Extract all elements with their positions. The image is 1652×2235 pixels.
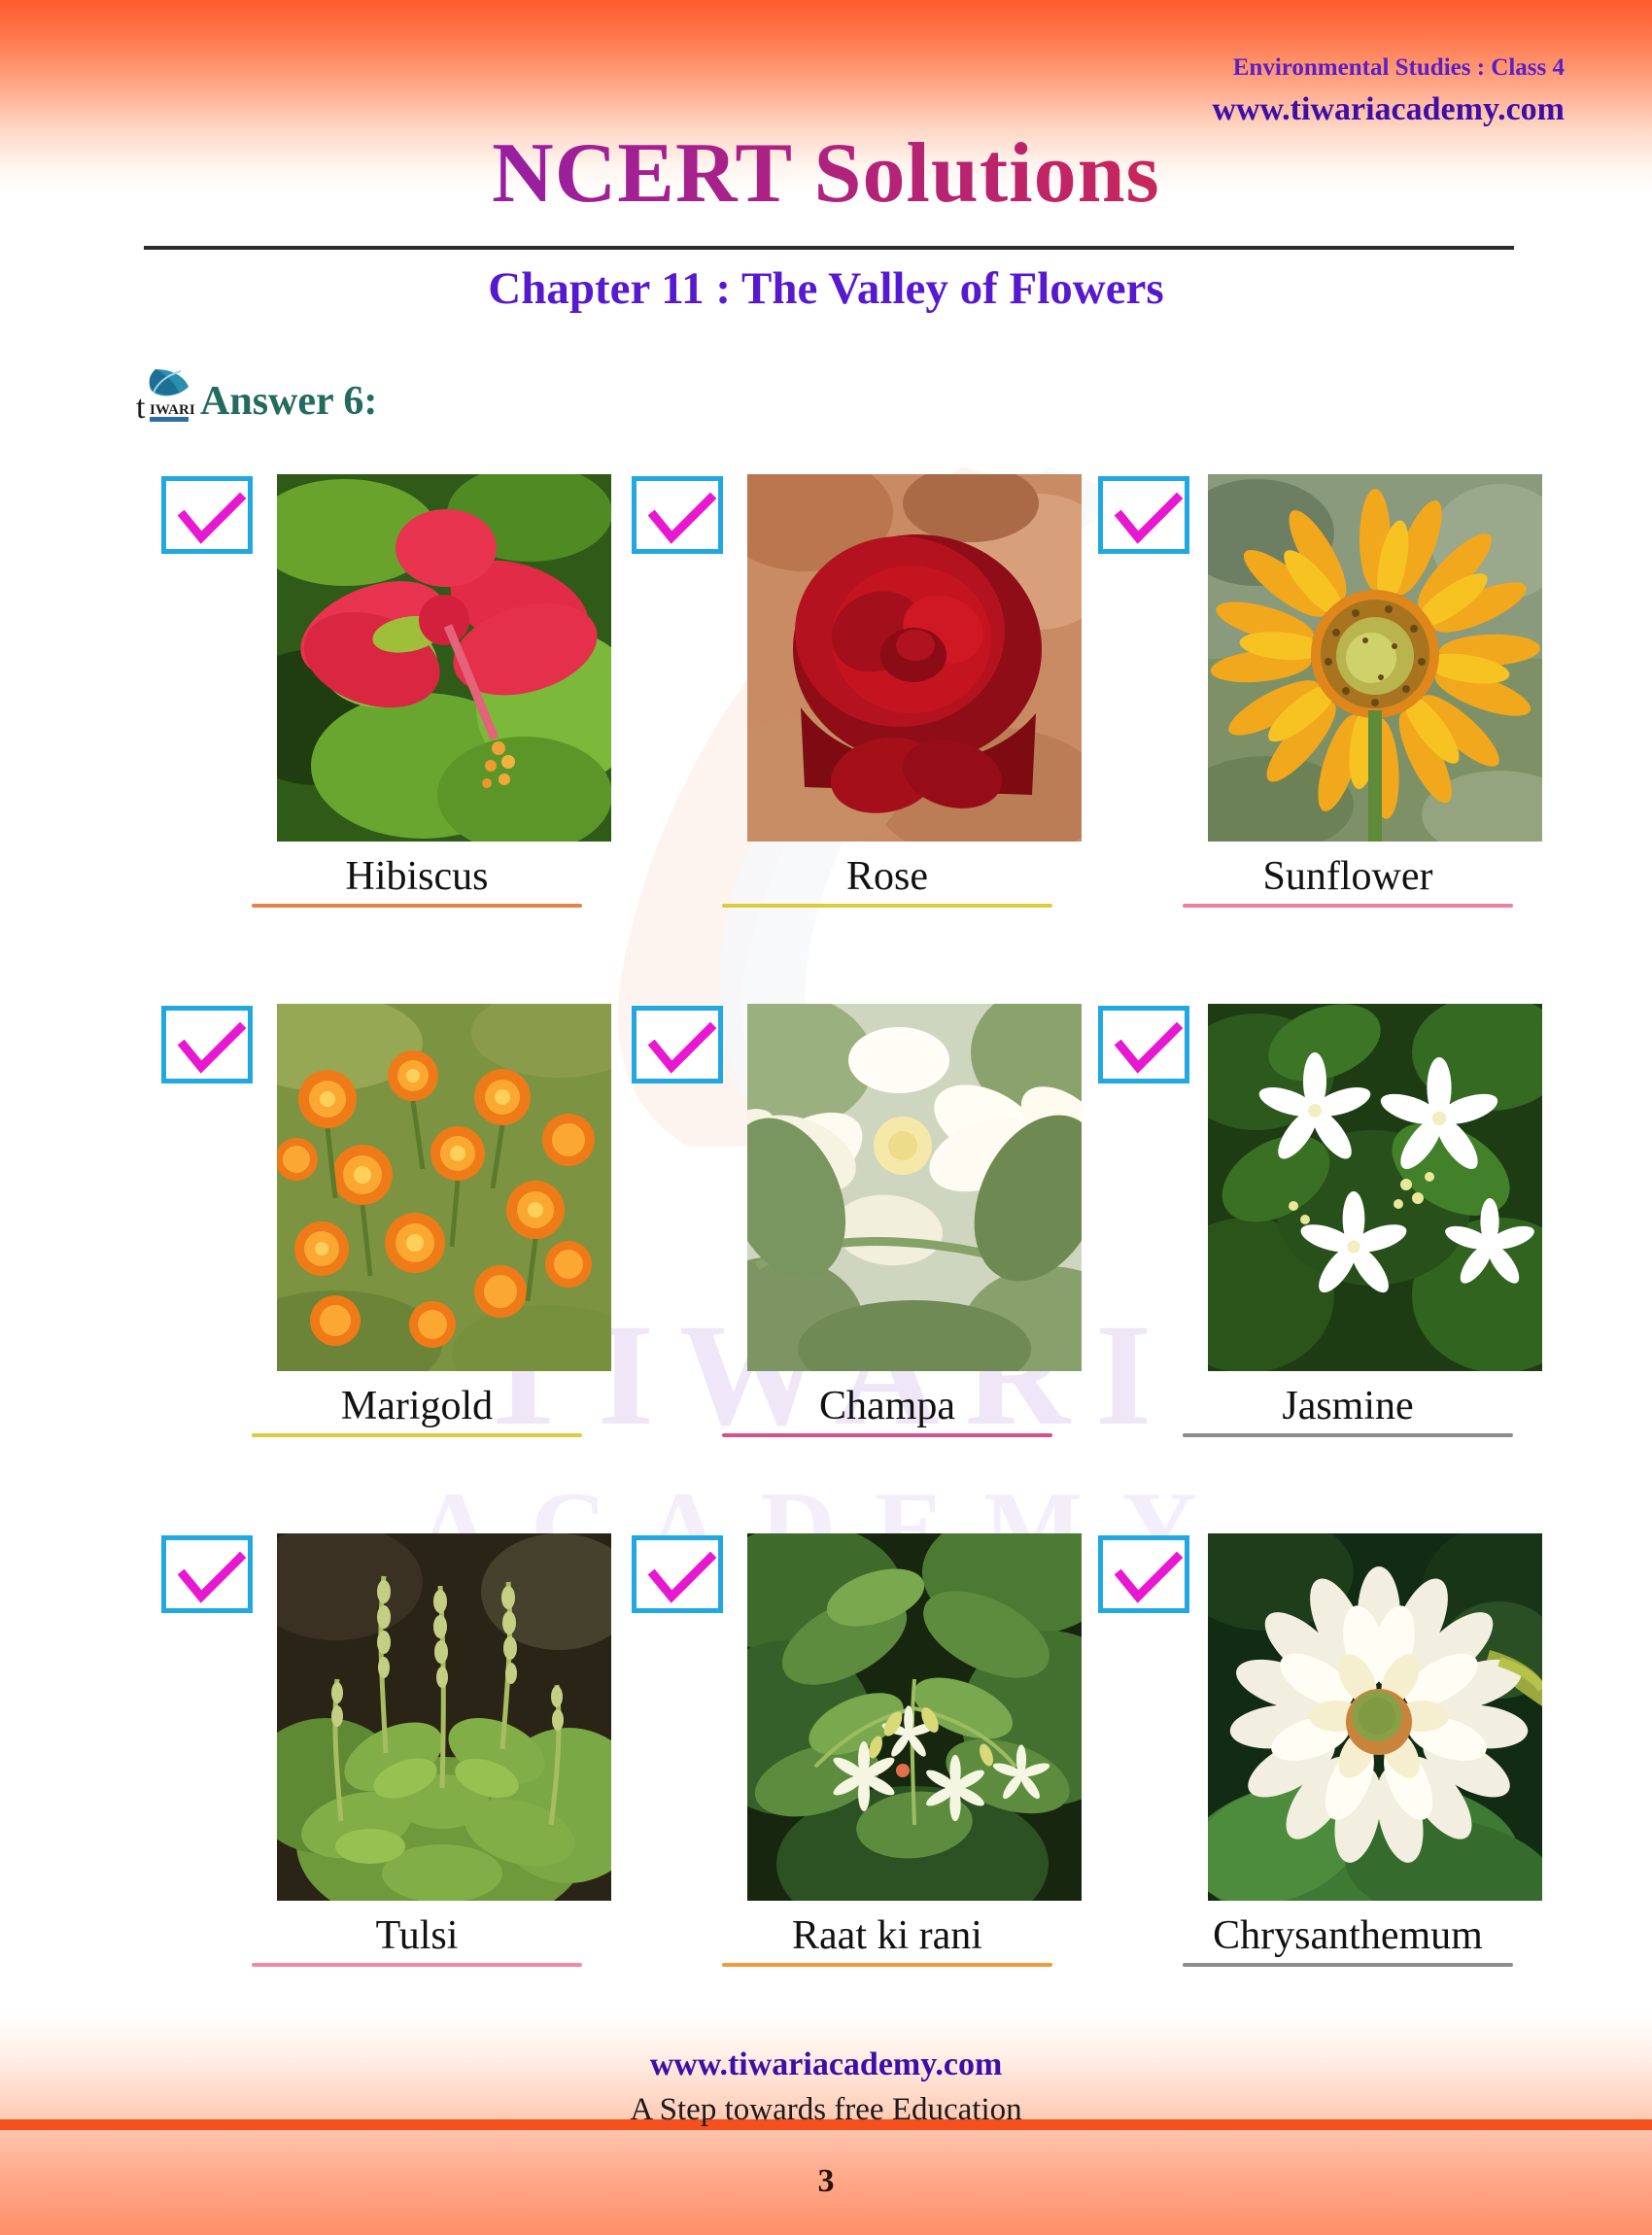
check-icon	[1114, 1551, 1184, 1603]
grid-row: Marigold Champa Jasmine	[0, 986, 1652, 1516]
caption-jasmine: Jasmine	[1119, 1384, 1576, 1438]
check-icon	[647, 1021, 717, 1074]
answer-heading: Answer 6:	[200, 379, 378, 424]
flower-photo-rose	[747, 474, 1082, 842]
caption-tulsi: Tulsi	[189, 1913, 645, 1968]
caption-underline	[1183, 904, 1513, 909]
check-icon	[1114, 1021, 1184, 1074]
check-icon	[647, 1551, 717, 1603]
check-icon	[177, 1021, 247, 1074]
checkbox-tulsi[interactable]	[161, 1535, 253, 1613]
page-number: 3	[817, 2163, 835, 2199]
check-icon	[177, 492, 247, 544]
flower-label: Sunflower	[1262, 854, 1433, 899]
flower-label: Jasmine	[1282, 1384, 1414, 1428]
caption-marigold: Marigold	[189, 1384, 645, 1438]
flower-label: Chrysanthemum	[1213, 1913, 1483, 1958]
svg-text:t: t	[136, 390, 146, 424]
flower-label: Rose	[846, 854, 928, 899]
flower-label: Hibiscus	[345, 854, 489, 899]
footer-tagline: A Step towards free Education	[630, 2091, 1022, 2127]
caption-chrysanthemum: Chrysanthemum	[1119, 1913, 1576, 1968]
checkbox-sunflower[interactable]	[1098, 476, 1189, 554]
check-icon	[1114, 492, 1184, 544]
caption-rose: Rose	[659, 854, 1116, 909]
checkbox-rose[interactable]	[632, 476, 723, 554]
grid-row: Tulsi Raat ki rani Chrysanthemum	[0, 1516, 1652, 2046]
footer: www.tiwariacademy.com A Step towards fre…	[0, 2046, 1652, 2129]
caption-underline	[252, 1433, 582, 1438]
caption-underline	[722, 1963, 1052, 1968]
checkbox-marigold[interactable]	[161, 1006, 253, 1083]
caption-underline	[1183, 1963, 1513, 1968]
flower-photo-champa	[747, 1004, 1082, 1371]
subject-line: Environmental Studies : Class 4	[1232, 54, 1565, 81]
chapter-title: Chapter 11 : The Valley of Flowers	[488, 263, 1164, 314]
flower-photo-tulsi	[277, 1533, 611, 1901]
flower-label: Tulsi	[375, 1913, 459, 1958]
footer-site-url[interactable]: www.tiwariacademy.com	[0, 2046, 1652, 2085]
flower-photo-hibiscus	[277, 474, 611, 842]
title-divider	[144, 246, 1514, 250]
caption-underline	[722, 904, 1052, 909]
flower-label: Marigold	[340, 1384, 494, 1428]
header-right-block: Environmental Studies : Class 4 www.tiwa…	[1212, 54, 1565, 127]
checkbox-raatkirani[interactable]	[632, 1535, 723, 1613]
checkbox-chrysanthemum[interactable]	[1098, 1535, 1189, 1613]
flower-grid: Hibiscus Rose Sunflower Marigold Champa …	[0, 457, 1652, 2046]
flower-photo-marigold	[277, 1004, 611, 1371]
check-icon	[177, 1551, 247, 1603]
check-icon	[647, 492, 717, 544]
checkbox-hibiscus[interactable]	[161, 476, 253, 554]
tiwari-logo-icon: t IWARI	[134, 367, 198, 426]
header-site-url[interactable]: www.tiwariacademy.com	[1212, 91, 1565, 127]
caption-underline	[722, 1433, 1052, 1438]
answer-heading-row: t IWARI Answer 6:	[134, 367, 378, 426]
checkbox-champa[interactable]	[632, 1006, 723, 1083]
checkbox-jasmine[interactable]	[1098, 1006, 1189, 1083]
flower-photo-sunflower	[1208, 474, 1542, 842]
caption-hibiscus: Hibiscus	[189, 854, 645, 909]
flower-photo-raatkirani	[747, 1533, 1082, 1901]
grid-row: Hibiscus Rose Sunflower	[0, 457, 1652, 986]
flower-label: Raat ki rani	[792, 1913, 982, 1958]
caption-underline	[252, 1963, 582, 1968]
flower-label: Champa	[819, 1384, 955, 1428]
flower-photo-chrysanthemum	[1208, 1533, 1542, 1901]
caption-champa: Champa	[659, 1384, 1116, 1438]
flower-photo-jasmine	[1208, 1004, 1542, 1371]
caption-raatkirani: Raat ki rani	[659, 1913, 1116, 1968]
page-title: NCERT Solutions	[0, 124, 1652, 223]
page-root: TIWARI ACADEMY Environmental Studies : C…	[0, 0, 1652, 2235]
caption-sunflower: Sunflower	[1119, 854, 1576, 909]
caption-underline	[1183, 1433, 1513, 1438]
svg-text:IWARI: IWARI	[150, 402, 195, 418]
caption-underline	[252, 904, 582, 909]
